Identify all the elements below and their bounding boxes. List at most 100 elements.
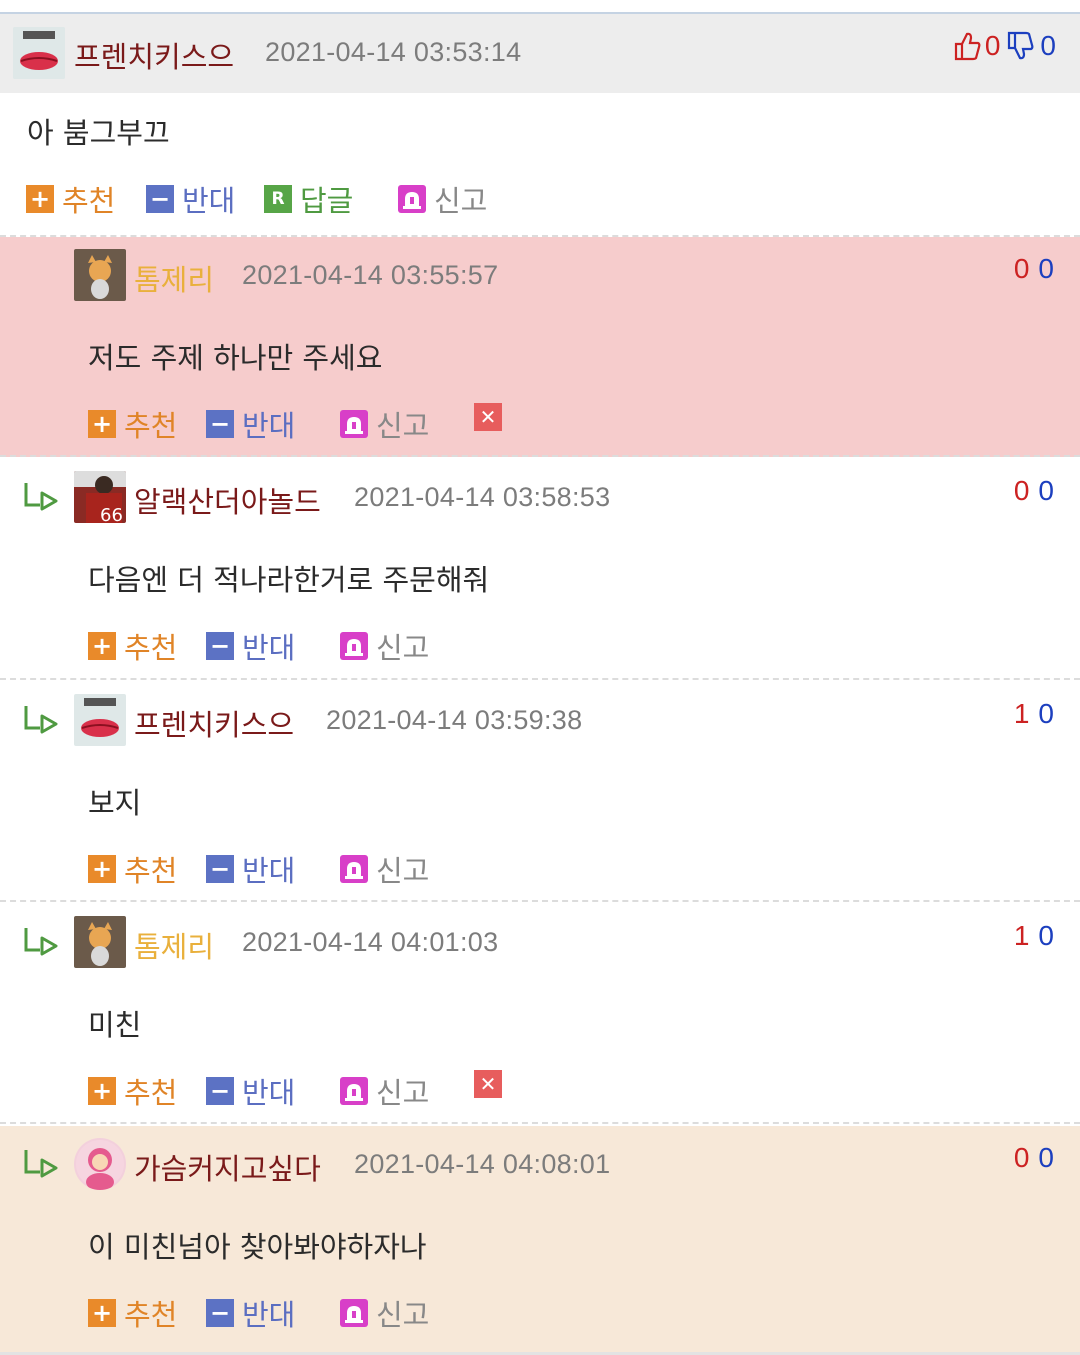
comment-date: 2021-04-14 03:58:53 bbox=[354, 482, 611, 512]
author-nickname[interactable]: 프렌치키스으 bbox=[74, 34, 234, 76]
reply-arrow-icon bbox=[24, 706, 58, 734]
oppose-button[interactable]: − 반대 bbox=[206, 848, 295, 890]
reply-comment: 톰제리 2021-04-14 03:55:57 0 0 저도 주제 하나만 주세요 + 추천… bbox=[0, 237, 1080, 457]
report-button[interactable]: 신고 bbox=[340, 403, 429, 445]
recommend-button[interactable]: + 추천 bbox=[26, 178, 115, 220]
thumbs-down-icon[interactable] bbox=[1006, 31, 1034, 61]
plus-icon: + bbox=[88, 1299, 116, 1327]
thumbs-up-icon[interactable] bbox=[953, 31, 981, 61]
comment-text: 보지 bbox=[88, 786, 142, 820]
up-count: 0 bbox=[984, 30, 1001, 61]
up-count: 0 bbox=[1013, 475, 1030, 506]
close-icon: ✕ bbox=[474, 403, 502, 431]
avatar[interactable] bbox=[74, 1138, 126, 1190]
plus-icon: + bbox=[26, 185, 54, 213]
minus-icon: − bbox=[206, 855, 234, 883]
comment-text: 저도 주제 하나만 주세요 bbox=[88, 341, 383, 375]
close-icon: ✕ bbox=[474, 1070, 502, 1098]
up-count: 1 bbox=[1013, 920, 1030, 951]
reply-icon: R bbox=[264, 185, 292, 213]
reply-arrow-icon bbox=[24, 928, 58, 956]
siren-icon bbox=[340, 855, 368, 883]
minus-icon: − bbox=[206, 410, 234, 438]
recommend-button[interactable]: + 추천 bbox=[88, 625, 177, 667]
down-count: 0 bbox=[1038, 698, 1054, 729]
minus-icon: − bbox=[206, 632, 234, 660]
plus-icon: + bbox=[88, 1077, 116, 1105]
down-count: 0 bbox=[1038, 253, 1054, 284]
oppose-button[interactable]: − 반대 bbox=[206, 1070, 295, 1112]
avatar-image-icon bbox=[74, 916, 126, 968]
avatar-image-icon bbox=[74, 1138, 126, 1190]
oppose-button[interactable]: − 반대 bbox=[206, 1292, 295, 1334]
reply-button[interactable]: R 답글 bbox=[264, 178, 353, 220]
avatar[interactable] bbox=[74, 249, 126, 301]
siren-icon bbox=[340, 1299, 368, 1327]
recommend-button[interactable]: + 추천 bbox=[88, 1070, 177, 1112]
siren-icon bbox=[398, 185, 426, 213]
reply-arrow-icon bbox=[24, 483, 58, 511]
comment-date: 2021-04-14 03:53:14 bbox=[265, 37, 522, 67]
comment-text: 이 미친넘아 찾아봐야하자나 bbox=[88, 1230, 427, 1264]
report-button[interactable]: 신고 bbox=[398, 178, 487, 220]
minus-icon: − bbox=[206, 1299, 234, 1327]
vote-counts: 00 bbox=[1014, 475, 1054, 507]
comment-date: 2021-04-14 03:59:38 bbox=[326, 705, 583, 735]
avatar[interactable]: 66 bbox=[74, 471, 126, 523]
comment-date: 2021-04-14 04:01:03 bbox=[242, 927, 499, 957]
oppose-button[interactable]: − 반대 bbox=[206, 625, 295, 667]
down-count: 0 bbox=[1038, 920, 1054, 951]
avatar[interactable] bbox=[74, 916, 126, 968]
siren-icon bbox=[340, 410, 368, 438]
report-button[interactable]: 신고 bbox=[340, 848, 429, 890]
author-nickname[interactable]: 톰제리 bbox=[134, 257, 214, 299]
reply-comment: 톰제리 2021-04-14 04:01:03 1 0 미친 + 추천 − 반대 신고 ✕ bbox=[0, 904, 1080, 1124]
up-count: 0 bbox=[1013, 253, 1030, 284]
reply-comment: 66 알랙산더아놀드 2021-04-14 03:58:53 0 0 다음엔 더 적나라한… bbox=[0, 459, 1080, 680]
reply-arrow-icon bbox=[24, 1150, 58, 1178]
author-nickname[interactable]: 가슴커지고싶다 bbox=[134, 1146, 321, 1188]
plus-icon: + bbox=[88, 855, 116, 883]
recommend-button[interactable]: + 추천 bbox=[88, 403, 177, 445]
avatar-image-icon bbox=[74, 694, 126, 746]
delete-button[interactable]: ✕ bbox=[474, 1070, 510, 1098]
avatar-image-icon: 66 bbox=[74, 471, 126, 523]
up-count: 1 bbox=[1013, 698, 1030, 729]
reply-comment: 가슴커지고싶다 2021-04-14 04:08:01 0 0 이 미친넘아 찾아봐야하… bbox=[0, 1126, 1080, 1352]
top-border bbox=[0, 0, 1080, 14]
siren-icon bbox=[340, 632, 368, 660]
comment-text: 다음엔 더 적나라한거로 주문해줘 bbox=[88, 563, 490, 597]
delete-button[interactable]: ✕ bbox=[474, 403, 510, 431]
lips-avatar-icon bbox=[13, 27, 65, 79]
down-count: 0 bbox=[1038, 475, 1054, 506]
vote-counts: 00 bbox=[1014, 253, 1054, 285]
avatar[interactable] bbox=[74, 694, 126, 746]
svg-text:66: 66 bbox=[100, 505, 123, 523]
avatar-image-icon bbox=[74, 249, 126, 301]
siren-icon bbox=[340, 1077, 368, 1105]
recommend-button[interactable]: + 추천 bbox=[88, 848, 177, 890]
reply-comment: 프렌치키스으 2021-04-14 03:59:38 1 0 보지 + 추천 − 반대 신고 bbox=[0, 682, 1080, 902]
root-votes: 0 0 bbox=[953, 30, 1056, 62]
author-nickname[interactable]: 알랙산더아놀드 bbox=[134, 479, 321, 521]
plus-icon: + bbox=[88, 632, 116, 660]
report-button[interactable]: 신고 bbox=[340, 625, 429, 667]
comment-date: 2021-04-14 04:08:01 bbox=[354, 1149, 611, 1179]
author-nickname[interactable]: 프렌치키스으 bbox=[134, 702, 294, 744]
report-button[interactable]: 신고 bbox=[340, 1292, 429, 1334]
vote-counts: 10 bbox=[1014, 698, 1054, 730]
report-button[interactable]: 신고 bbox=[340, 1070, 429, 1112]
minus-icon: − bbox=[146, 185, 174, 213]
oppose-button[interactable]: − 반대 bbox=[146, 178, 235, 220]
plus-icon: + bbox=[88, 410, 116, 438]
up-count: 0 bbox=[1013, 1142, 1030, 1173]
avatar[interactable] bbox=[13, 27, 65, 79]
recommend-button[interactable]: + 추천 bbox=[88, 1292, 177, 1334]
comment-date: 2021-04-14 03:55:57 bbox=[242, 260, 499, 290]
down-count: 0 bbox=[1040, 30, 1056, 61]
author-nickname[interactable]: 톰제리 bbox=[134, 924, 214, 966]
minus-icon: − bbox=[206, 1077, 234, 1105]
comment-text: 미친 bbox=[88, 1008, 142, 1042]
oppose-button[interactable]: − 반대 bbox=[206, 403, 295, 445]
vote-counts: 00 bbox=[1014, 1142, 1054, 1174]
